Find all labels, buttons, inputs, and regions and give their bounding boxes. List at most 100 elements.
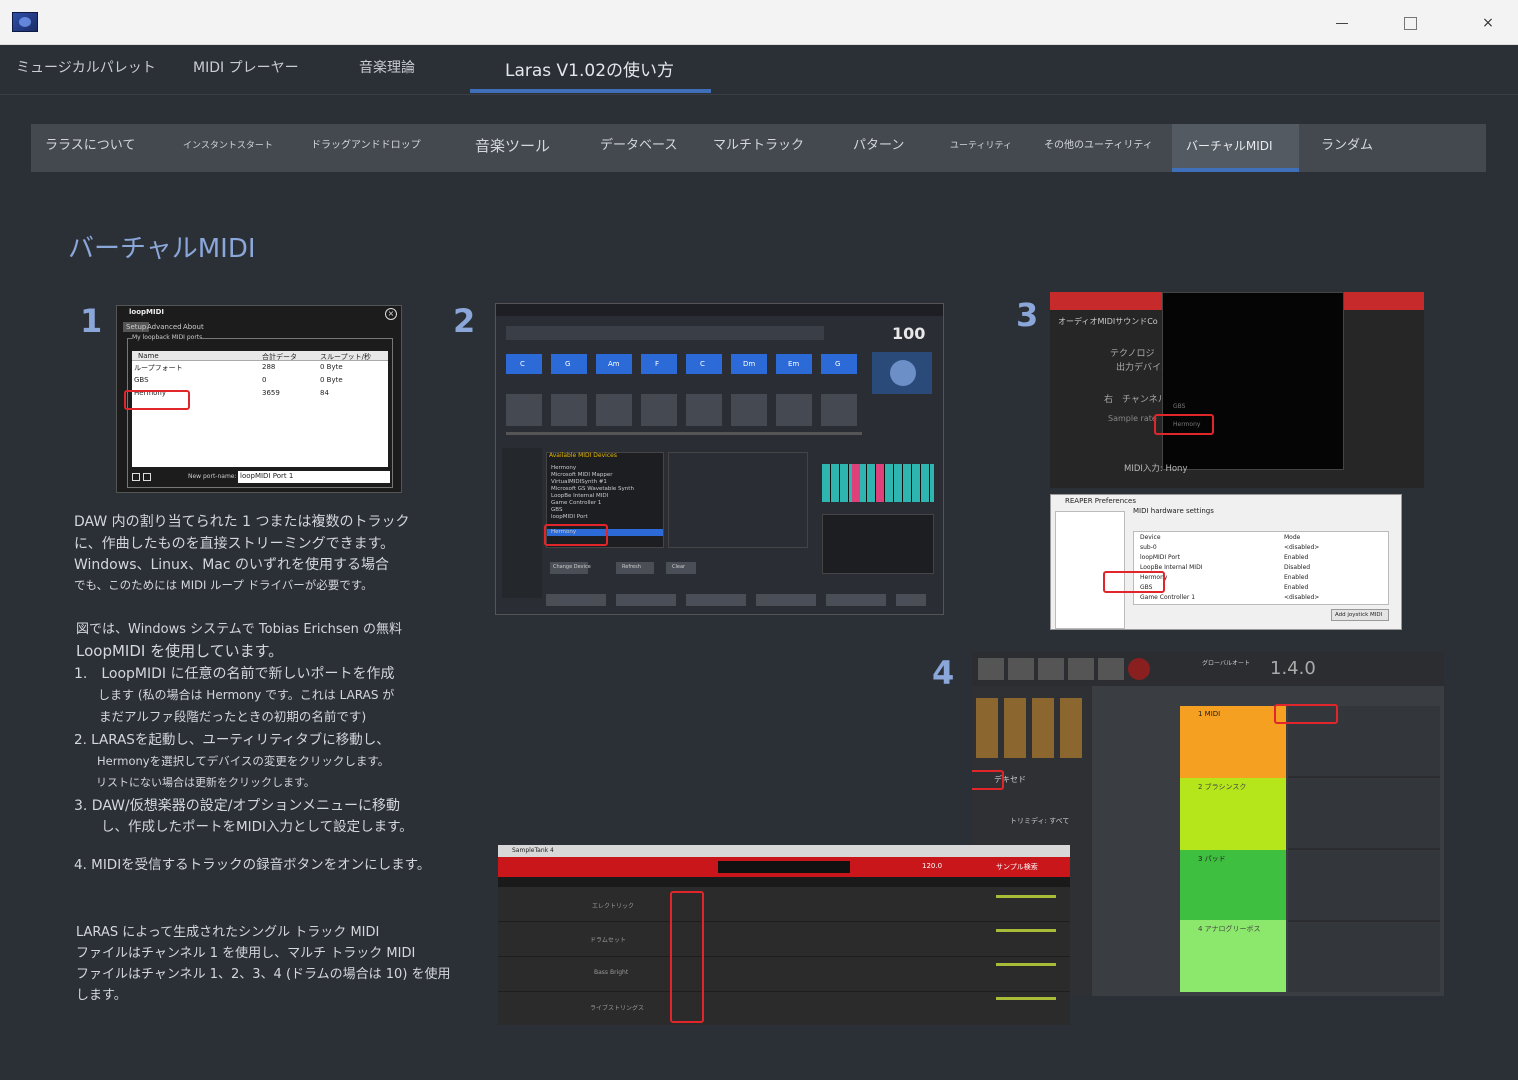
sampletank-screenshot: SampleTank 4 120.0 サンプル検索 エレクトリック ドラムセット… — [498, 845, 1070, 1025]
key-label: Dm — [743, 360, 756, 368]
laras-sidebar — [502, 448, 542, 598]
track-4: 4 アナログリーボス — [1180, 920, 1286, 992]
subtab-instant-start[interactable]: インスタントスタート — [183, 124, 273, 172]
subtab-virtual-midi[interactable]: バーチャルMIDI — [1172, 124, 1299, 172]
temporary-notes — [668, 452, 808, 548]
key-label: C — [520, 360, 525, 368]
table-cell: Mode — [1284, 534, 1301, 541]
table-cell: 3659 — [262, 389, 280, 397]
text-line: Windows、Linux、Mac のいずれを使用する場合 — [74, 557, 390, 574]
col-header: Name — [138, 352, 159, 360]
text-line: Hermonyを選択してデバイスの変更をクリックします。 — [74, 754, 390, 768]
device-dropdown: GBS Hermony — [1162, 292, 1344, 470]
highlight-box — [124, 390, 190, 410]
tab-how-to-use[interactable]: Laras V1.02の使い方 — [505, 56, 674, 81]
browser-icons — [976, 698, 1088, 758]
table-cell: <disabled> — [1284, 594, 1320, 601]
table-cell: Game Controller 1 — [1140, 594, 1196, 601]
maximize-button[interactable] — [1390, 10, 1430, 36]
progress-track — [506, 432, 862, 435]
close-icon: × — [1482, 15, 1494, 31]
subtab-database[interactable]: データベース — [600, 124, 677, 172]
tab-musical-palette[interactable]: ミュージカルパレット — [16, 57, 156, 77]
subtab-other-utility[interactable]: その他のユーティリティ — [1044, 124, 1153, 172]
device-item: Hermony — [551, 465, 577, 471]
minimize-button[interactable] — [1322, 10, 1362, 36]
text-line: します (私の場合は Hermony です。これは LARAS が — [74, 688, 395, 702]
table-cell: LoopBe Internal MIDI — [1140, 564, 1203, 571]
reaper-device-table: Device Mode sub-0 <disabled> loopMIDI Po… — [1133, 531, 1389, 605]
text-line: ファイルはチャンネル 1、2、3、4 (ドラムの場合は 10) を使用 — [76, 967, 451, 982]
subtab-random[interactable]: ランダム — [1321, 124, 1373, 172]
device-item: loopMIDI Port — [551, 514, 588, 520]
highlight-box — [1154, 414, 1214, 435]
table-cell: 84 — [320, 389, 329, 397]
table-cell: Disabled — [1284, 564, 1311, 571]
version-label: 1.4.0 — [1270, 658, 1316, 679]
subtab-music-tools[interactable]: 音楽ツール — [475, 124, 550, 172]
table-cell: Enabled — [1284, 584, 1309, 591]
laras-header — [496, 304, 943, 316]
col-header: スループット/秒 — [320, 353, 371, 361]
subtab-utility[interactable]: ユーティリティ — [950, 124, 1012, 172]
subtab-pattern[interactable]: パターン — [853, 124, 904, 172]
top-tabbar: ミュージカルパレット MIDI プレーヤー 音楽理論 Laras V1.02の使… — [0, 45, 1518, 95]
sample-search-button: サンプル検索 — [996, 863, 1038, 871]
step-number-2: 2 — [453, 302, 476, 340]
global-auto-label: グローバルオート — [1202, 660, 1250, 667]
track-1: 1 MIDI — [1180, 706, 1286, 778]
highlight-box — [1103, 571, 1165, 593]
step-number-1: 1 — [80, 302, 103, 340]
tab-midi-player[interactable]: MIDI プレーヤー — [193, 57, 299, 77]
loopmidi-title: loopMIDI — [129, 308, 165, 316]
close-button[interactable]: × — [1468, 10, 1508, 36]
change-device-button: Change Device — [553, 564, 591, 570]
intro-paragraph: DAW 内の割り当てられた 1 つまたは複数のトラック に、作曲したものを直接ス… — [74, 512, 409, 595]
track-name: 1 MIDI — [1198, 710, 1221, 718]
highlight-box — [1274, 704, 1338, 724]
highlight-box — [972, 770, 1004, 790]
text-line: リストにない場合は更新をクリックします。 — [74, 776, 315, 789]
remove-port-icon — [143, 473, 151, 481]
table-cell: ループフォート — [134, 364, 183, 372]
text-line: 図では、Windows システムで Tobias Erichsen の無料 — [76, 622, 403, 637]
add-joystick-button: Add joystick MIDI — [1335, 612, 1383, 618]
laras-toolbar — [506, 326, 824, 340]
device-list-header: Available MIDI Devices — [549, 452, 617, 459]
album-art — [872, 352, 932, 394]
key-label: C — [700, 360, 705, 368]
active-tab-indicator — [470, 89, 711, 93]
highlight-box — [670, 891, 704, 1023]
clear-button: Clear — [672, 564, 686, 570]
key-label: Am — [608, 360, 620, 368]
reaper-tree — [1055, 511, 1125, 629]
sampletank-titlebar: SampleTank 4 — [498, 845, 1070, 857]
reaper-title: REAPER Preferences — [1065, 497, 1136, 505]
step-number-4: 4 — [932, 654, 955, 692]
subtab-about[interactable]: ララスについて — [45, 124, 135, 172]
loopmidi-paragraph: 図では、Windows システムで Tobias Erichsen の無料 Lo… — [76, 620, 402, 663]
sampletank-title: SampleTank 4 — [512, 847, 554, 854]
device-item: Microsoft GS Wavetable Synth — [551, 486, 634, 492]
key-buttons: C G Am F C Dm Em G — [506, 350, 862, 378]
refresh-button: Refresh — [622, 564, 641, 570]
track-name: 4 アナログリーボス — [1198, 925, 1261, 933]
tab-music-theory[interactable]: 音楽理論 — [359, 57, 415, 77]
audio-settings-screenshot: オーディオMIDIサウンドCo テクノロジ 出力デバイス: 5 右 チャンネル:… — [1050, 292, 1424, 488]
part-name: Bass Bright — [594, 969, 629, 976]
key-label: Em — [788, 360, 800, 368]
laras-screenshot: 100 C G Am F C Dm Em G Available MIDI De… — [495, 303, 944, 615]
minimize-icon — [1336, 23, 1348, 24]
text-line: 3. DAW/仮想楽器の設定/オプションメニューに移動 — [74, 798, 401, 814]
chord-list — [822, 514, 934, 574]
list-item: 1. LoopMIDI に任意の名前で新しいポートを作成 します (私の場合は … — [74, 664, 430, 727]
track-name: 3 パッド — [1198, 855, 1226, 863]
window-titlebar: × — [0, 0, 1518, 45]
subtab-multitrack[interactable]: マルチトラック — [713, 124, 804, 172]
reaper-section: MIDI hardware settings — [1133, 507, 1214, 515]
highlight-box — [544, 524, 608, 546]
subtab-drag-and-drop[interactable]: ドラッグアンドドロップ — [311, 124, 421, 172]
text-line: 2. LARASを起動し、ユーティリティタブに移動し、 — [74, 732, 390, 748]
tempo-display: 120.0 — [922, 862, 943, 870]
part-list: エレクトリック ドラムセット Bass Bright ライブストリングス — [498, 887, 1070, 1025]
